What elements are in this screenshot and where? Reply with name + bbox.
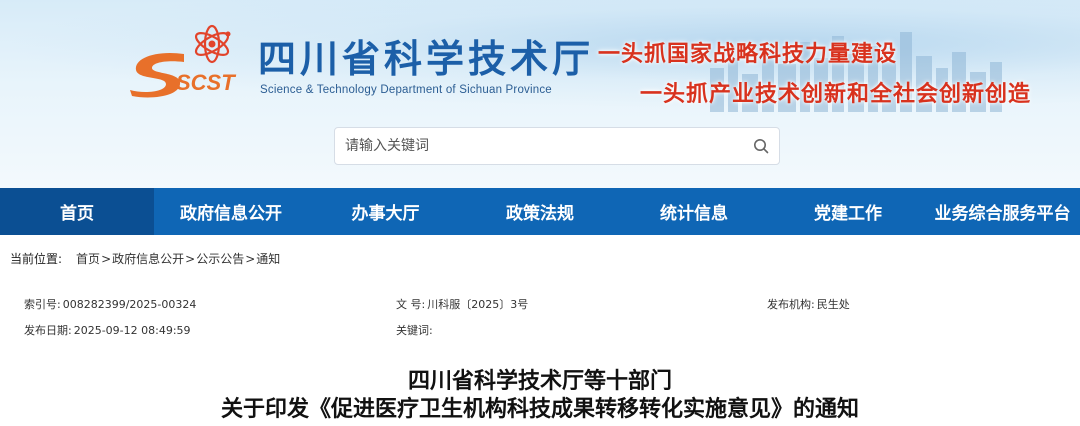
meta-doc-no-label: 文 号: [396,298,426,311]
nav-item-business-platform[interactable]: 业务综合服务平台 [925,188,1080,235]
nav-item-gov-info[interactable]: 政府信息公开 [154,188,308,235]
meta-doc-no: 文 号: 川科服〔2025〕3号 [396,296,528,312]
nav-item-home[interactable]: 首页 [0,188,154,235]
nav-item-statistics[interactable]: 统计信息 [617,188,771,235]
article-title: 四川省科学技术厅等十部门 关于印发《促进医疗卫生机构科技成果转移转化实施意见》的… [0,368,1080,424]
breadcrumb-label: 当前位置: [10,252,63,266]
breadcrumb: 当前位置: 首页 > 政府信息公开 > 公示公告 > 通知 [10,250,280,267]
meta-index-label: 索引号: [24,298,61,311]
slogan-line-1: 一头抓国家战略科技力量建设 [598,42,898,67]
meta-issuer-value: 民生处 [816,298,850,311]
nav-item-party-building[interactable]: 党建工作 [771,188,925,235]
search-button[interactable] [743,128,779,164]
scst-logo: SCST [130,24,236,98]
meta-issuer-label: 发布机构: [767,298,815,311]
site-title: 四川省科学技术厅 [258,37,595,81]
meta-keywords: 关键词: [396,322,435,338]
meta-date-label: 发布日期: [24,324,72,337]
meta-date: 发布日期: 2025-09-12 08:49:59 [24,322,191,338]
article-title-line-1: 四川省科学技术厅等十部门 [407,369,672,394]
breadcrumb-notice[interactable]: 通知 [256,250,280,267]
meta-keywords-label: 关键词: [396,324,433,337]
meta-doc-no-value: 川科服〔2025〕3号 [427,298,529,311]
nav-item-service-hall[interactable]: 办事大厅 [308,188,463,235]
meta-index-value: 008282399/2025-00324 [62,298,197,311]
meta-date-value: 2025-09-12 08:49:59 [73,324,191,337]
header-banner: SCST 四川省科学技术厅 Science & Technology Depar… [0,0,1080,188]
meta-index: 索引号: 008282399/2025-00324 [24,296,196,312]
slogan-line-2: 一头抓产业技术创新和全社会创新创造 [640,82,1032,107]
search-box [334,127,780,165]
breadcrumb-gov-info[interactable]: 政府信息公开 [112,250,184,267]
breadcrumb-announcements[interactable]: 公示公告 [196,250,244,267]
meta-issuer: 发布机构: 民生处 [767,296,850,312]
breadcrumb-home[interactable]: 首页 [76,250,100,267]
breadcrumb-separator: > [185,251,196,266]
search-input[interactable] [335,128,743,164]
main-nav: 首页 政府信息公开 办事大厅 政策法规 统计信息 党建工作 业务综合服务平台 [0,188,1080,235]
logo-text: SCST [176,70,236,95]
site-subtitle: Science & Technology Department of Sichu… [260,84,552,96]
nav-item-policy[interactable]: 政策法规 [463,188,617,235]
search-icon [754,139,769,154]
document-meta: 索引号: 008282399/2025-00324 文 号: 川科服〔2025〕3号… [0,288,1080,346]
breadcrumb-separator: > [245,251,256,266]
article-title-line-2: 关于印发《促进医疗卫生机构科技成果转移转化实施意见》的通知 [220,397,859,422]
breadcrumb-separator: > [101,251,112,266]
